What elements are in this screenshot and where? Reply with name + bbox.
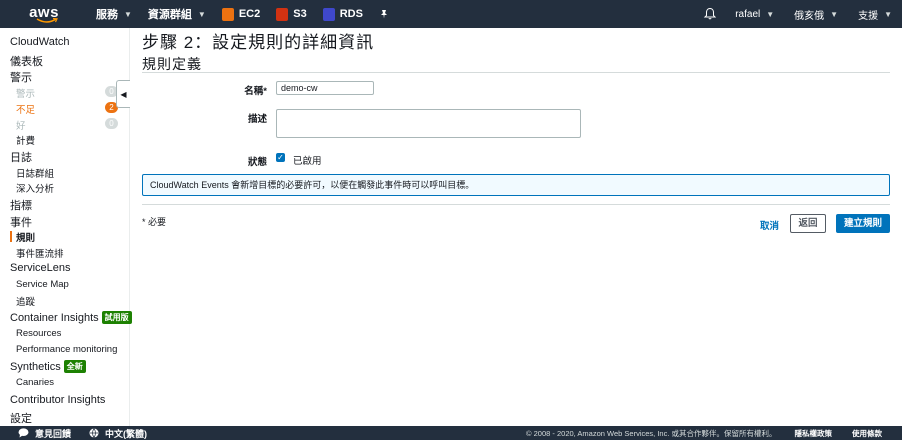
- check-icon: ✓: [277, 153, 284, 162]
- chevron-down-icon: ▼: [766, 9, 775, 19]
- footer-right: © 2008 - 2020, Amazon Web Services, Inc.…: [526, 428, 902, 439]
- s3-icon: [276, 7, 289, 21]
- resource-groups-menu[interactable]: 資源群組 ▼: [140, 0, 214, 28]
- shortcut-s3[interactable]: S3: [268, 0, 314, 28]
- description-input[interactable]: [276, 109, 581, 138]
- sidebar-item-synthetics[interactable]: Synthetics 全新: [10, 360, 86, 373]
- chevron-down-icon: ▼: [830, 9, 839, 19]
- required-note: * 必要: [142, 217, 167, 227]
- chevron-left-icon: ◀: [120, 89, 127, 99]
- user-menu[interactable]: rafael ▼: [725, 0, 784, 28]
- sidebar-item-in-alarm[interactable]: 警示: [16, 86, 35, 100]
- sidebar-item-rules[interactable]: 規則: [16, 230, 35, 244]
- new-tag: 全新: [63, 360, 86, 373]
- sidebar-item-resources[interactable]: Resources: [16, 328, 61, 339]
- speech-bubble-icon: [18, 428, 29, 438]
- state-label: 狀態: [247, 157, 267, 168]
- support-label: 支援: [858, 10, 879, 22]
- description-label: 描述: [247, 114, 267, 125]
- back-button[interactable]: 返回: [790, 214, 826, 233]
- preview-tag: 試用版: [101, 311, 132, 324]
- language-label: 中文(繁體): [105, 428, 148, 439]
- aws-logo[interactable]: aws: [0, 0, 88, 28]
- feedback-link[interactable]: 意見回饋: [18, 427, 71, 440]
- region-menu[interactable]: 俄亥俄 ▼: [784, 0, 848, 28]
- sidebar-item-canaries[interactable]: Canaries: [16, 377, 54, 388]
- sidebar-item-settings[interactable]: 設定: [10, 410, 32, 426]
- sidebar-item-contributor-insights[interactable]: Contributor Insights: [10, 394, 105, 406]
- sidebar-item-ok[interactable]: 好: [16, 118, 26, 132]
- chevron-down-icon: ▼: [197, 9, 206, 19]
- globe-icon: [89, 428, 99, 438]
- pin-icon: [380, 10, 387, 19]
- sidebar-item-event-buses[interactable]: 事件匯流排: [16, 246, 64, 260]
- sidebar-item-log-groups[interactable]: 日誌群組: [16, 166, 54, 180]
- ec2-icon: [221, 7, 234, 21]
- rds-icon: [322, 7, 335, 21]
- section-divider: [142, 72, 890, 73]
- sidebar-item-cloudwatch[interactable]: CloudWatch: [10, 36, 70, 48]
- sidebar-item-performance-monitoring[interactable]: Performance monitoring: [16, 344, 117, 355]
- chevron-down-icon: ▼: [884, 9, 892, 19]
- sidebar-item-container-insights[interactable]: Container Insights 試用版: [10, 311, 132, 324]
- collapse-sidebar-button[interactable]: ◀: [116, 80, 130, 108]
- info-alert: CloudWatch Events 會新增目標的必要許可，以便在觸發此事件時可以…: [142, 174, 890, 196]
- sidebar-item-insufficient[interactable]: 不足: [16, 102, 35, 116]
- pin-shortcuts-button[interactable]: [371, 0, 397, 28]
- shortcut-label: RDS: [339, 8, 363, 20]
- feedback-label: 意見回饋: [35, 428, 72, 439]
- form-divider: [142, 204, 890, 205]
- name-label: 名稱*: [244, 86, 267, 97]
- page-title: 步驟 2：設定規則的詳細資訊: [142, 33, 375, 52]
- sidebar-item-alarms[interactable]: 警示: [10, 69, 32, 85]
- language-selector[interactable]: 中文(繁體): [89, 427, 147, 440]
- sidebar: CloudWatch 儀表板 警示 警示 0 不足 2 好 0 計費 日誌 日誌…: [0, 28, 132, 426]
- shortcut-ec2[interactable]: EC2: [214, 0, 268, 28]
- bell-icon[interactable]: [703, 7, 717, 21]
- sidebar-item-billing[interactable]: 計費: [16, 133, 35, 147]
- region-name: 俄亥俄: [794, 10, 825, 22]
- sidebar-item-logs[interactable]: 日誌: [10, 149, 32, 165]
- sidebar-item-servicelens[interactable]: ServiceLens: [10, 262, 71, 274]
- main-content: 步驟 2：設定規則的詳細資訊 規則定義 名稱* 描述 狀態 ✓ 已啟用 Clou…: [142, 28, 902, 426]
- sidebar-item-traces[interactable]: 追蹤: [16, 294, 35, 308]
- privacy-policy-link[interactable]: 隱私權政策: [795, 428, 833, 439]
- aws-smile-icon: [36, 18, 58, 23]
- terms-of-use-link[interactable]: 使用條款: [852, 428, 882, 439]
- footer: 意見回饋 中文(繁體) © 2008 - 2020, Amazon Web Se…: [0, 426, 902, 440]
- sidebar-item-label: Container Insights: [10, 312, 99, 324]
- ok-count-badge: 0: [105, 118, 118, 129]
- sidebar-item-metrics[interactable]: 指標: [10, 197, 32, 213]
- shortcut-rds[interactable]: RDS: [315, 0, 371, 28]
- sidebar-item-service-map[interactable]: Service Map: [16, 279, 69, 290]
- name-input[interactable]: [276, 81, 374, 95]
- user-name: rafael: [735, 8, 761, 20]
- copyright-text: © 2008 - 2020, Amazon Web Services, Inc.…: [526, 428, 777, 438]
- shortcut-label: S3: [293, 8, 307, 20]
- services-label: 服務: [96, 9, 118, 21]
- shortcut-label: EC2: [238, 8, 261, 20]
- enabled-checkbox-label: 已啟用: [293, 156, 322, 167]
- top-navigation-bar: aws 服務 ▼ 資源群組 ▼ EC2 S3 RDS rafael ▼ 俄亥俄 …: [0, 0, 902, 28]
- nav-right-group: rafael ▼ 俄亥俄 ▼ 支援 ▼: [695, 0, 902, 28]
- create-rule-button[interactable]: 建立規則: [836, 214, 890, 233]
- sidebar-item-label: Synthetics: [10, 361, 61, 373]
- resource-groups-label: 資源群組: [147, 9, 192, 21]
- enabled-checkbox[interactable]: ✓: [276, 153, 285, 162]
- cancel-button[interactable]: 取消: [760, 218, 779, 232]
- support-menu[interactable]: 支援 ▼: [848, 0, 902, 28]
- chevron-down-icon: ▼: [124, 9, 132, 19]
- active-item-indicator: [10, 231, 12, 242]
- section-title: 規則定義: [142, 56, 202, 72]
- sidebar-item-dashboards[interactable]: 儀表板: [10, 53, 43, 69]
- sidebar-item-insights[interactable]: 深入分析: [16, 181, 54, 195]
- sidebar-item-events[interactable]: 事件: [10, 214, 32, 230]
- services-menu[interactable]: 服務 ▼: [88, 0, 140, 28]
